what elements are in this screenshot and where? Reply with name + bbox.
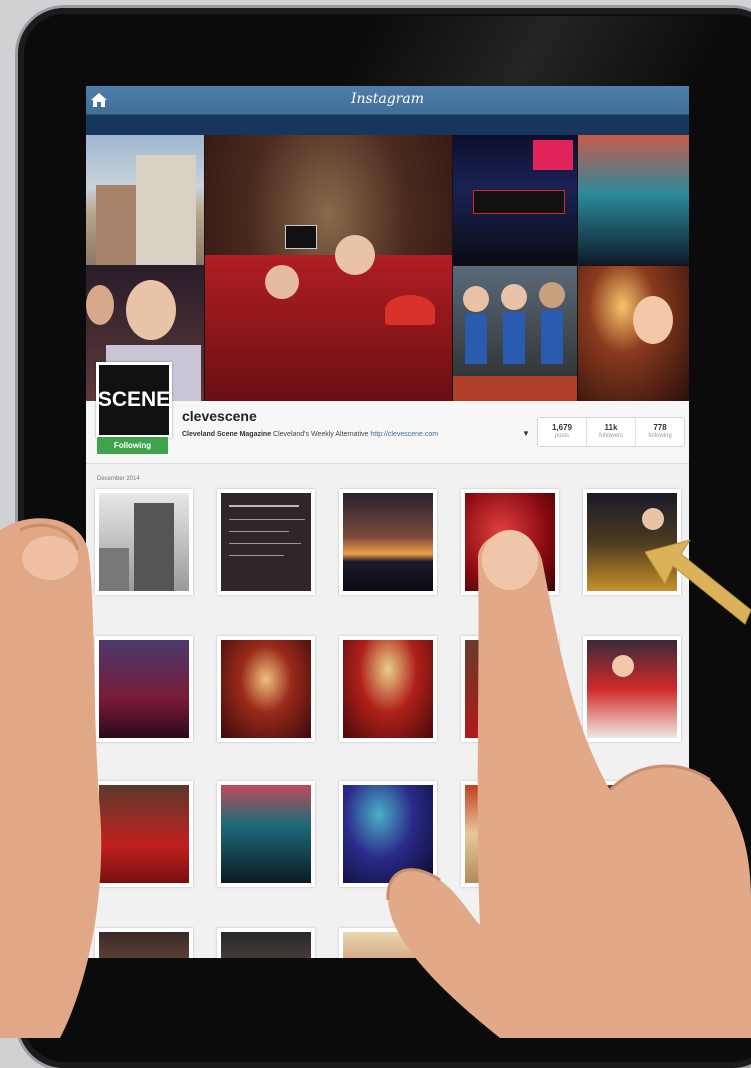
photo-thumbnail[interactable] xyxy=(217,781,315,887)
left-hand xyxy=(0,518,102,1038)
stat-followers-count: 11k xyxy=(604,423,618,432)
following-button[interactable]: Following xyxy=(97,437,168,454)
app-title: Instagram xyxy=(351,91,424,107)
options-caret-icon[interactable]: ▼ xyxy=(522,429,530,438)
photo-thumbnail[interactable] xyxy=(217,636,315,742)
right-hand xyxy=(386,530,751,1038)
stat-following[interactable]: 778 following xyxy=(636,418,684,446)
avatar-logo-text: SCENE xyxy=(97,388,171,411)
stat-posts[interactable]: 1,679 posts xyxy=(538,418,587,446)
profile-cover-collage xyxy=(86,135,689,401)
header-strip xyxy=(86,115,689,135)
feed-date-label: December 2014 xyxy=(97,476,140,482)
stat-followers-label: followers xyxy=(599,433,623,439)
photo-thumbnail[interactable] xyxy=(217,489,315,595)
profile-stats: 1,679 posts 11k followers 778 following xyxy=(537,417,685,447)
cover-photo-scoreboard xyxy=(453,135,577,265)
instagram-header: Instagram xyxy=(86,86,689,115)
stat-posts-label: posts xyxy=(554,433,570,439)
stat-posts-count: 1,679 xyxy=(551,423,573,432)
avatar[interactable]: SCENE xyxy=(96,362,172,438)
photo-thumbnail[interactable] xyxy=(217,928,315,958)
bio-link[interactable]: http://clevescene.com xyxy=(370,431,438,438)
cover-photo-bobbleheads xyxy=(453,266,577,401)
cover-photo-teal-hall xyxy=(578,135,689,265)
cover-photo-woman-candle xyxy=(578,266,689,401)
stat-following-count: 778 xyxy=(653,423,667,432)
profile-username: clevescene xyxy=(182,408,257,424)
profile-bio: Cleveland Scene Magazine Cleveland's Wee… xyxy=(182,431,438,438)
cover-photo-santacon xyxy=(205,135,452,401)
bio-name: Cleveland Scene Magazine xyxy=(182,431,272,438)
bio-text: Cleveland's Weekly Alternative xyxy=(273,431,369,438)
stat-following-label: following xyxy=(648,433,672,439)
cover-photo-building xyxy=(86,135,204,265)
stat-followers[interactable]: 11k followers xyxy=(587,418,636,446)
